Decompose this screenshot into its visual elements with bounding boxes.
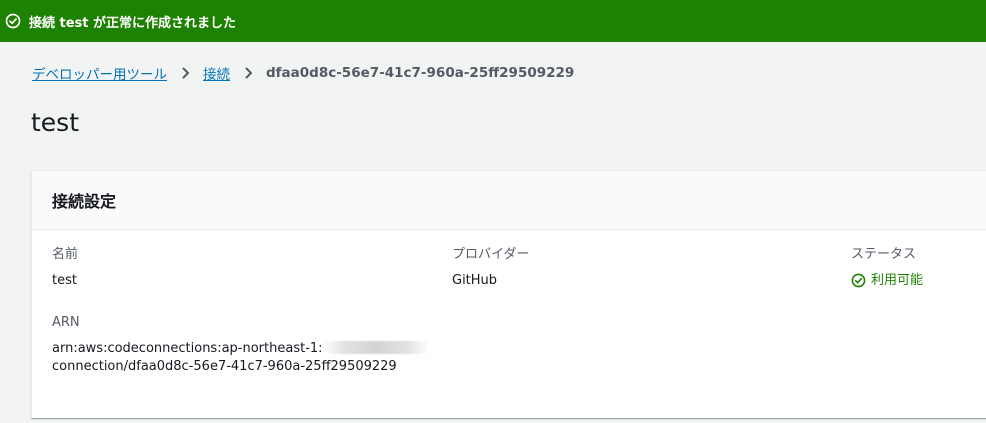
chevron-right-icon	[181, 67, 191, 79]
breadcrumb-developer-tools-link[interactable]: デベロッパー用ツール	[32, 63, 167, 83]
arn-value: arn:aws:codeconnections:ap-northeast-1: c…	[52, 340, 432, 376]
redacted-account-id	[322, 341, 429, 354]
flash-message: 接続 test が正常に作成されました	[29, 15, 237, 31]
provider-field: プロバイダー GitHub	[452, 247, 529, 289]
status-label: ステータス	[851, 247, 917, 262]
connection-settings-panel: 接続設定 名前 test プロバイダー GitHub ステータス 利用可能 AR…	[31, 170, 986, 418]
name-label: 名前	[52, 247, 79, 262]
page-title: test	[31, 108, 80, 137]
status-field: ステータス 利用可能	[851, 247, 923, 289]
success-flash-bar: 接続 test が正常に作成されました	[0, 0, 986, 42]
status-value: 利用可能	[871, 273, 924, 288]
arn-label: ARN	[52, 315, 80, 330]
arn-field: ARN arn:aws:codeconnections:ap-northeast…	[52, 315, 432, 376]
provider-label: プロバイダー	[452, 247, 530, 262]
provider-value: GitHub	[452, 273, 498, 288]
panel-header: 接続設定	[32, 171, 986, 230]
name-field: 名前 test	[52, 247, 78, 289]
status-badge: 利用可能	[851, 272, 923, 289]
arn-suffix: connection/dfaa0d8c-56e7-41c7-960a-25ff2…	[52, 359, 397, 374]
panel-title: 接続設定	[52, 192, 117, 211]
breadcrumb-current: dfaa0d8c-56e7-41c7-960a-25ff29509229	[266, 65, 575, 81]
check-circle-icon	[851, 273, 866, 288]
breadcrumb-connections-link[interactable]: 接続	[203, 63, 230, 83]
check-circle-icon	[5, 13, 21, 29]
breadcrumb: デベロッパー用ツール 接続 dfaa0d8c-56e7-41c7-960a-25…	[32, 63, 574, 83]
arn-prefix: arn:aws:codeconnections:ap-northeast-1:	[52, 341, 323, 356]
name-value: test	[52, 273, 77, 288]
chevron-right-icon	[244, 67, 254, 79]
